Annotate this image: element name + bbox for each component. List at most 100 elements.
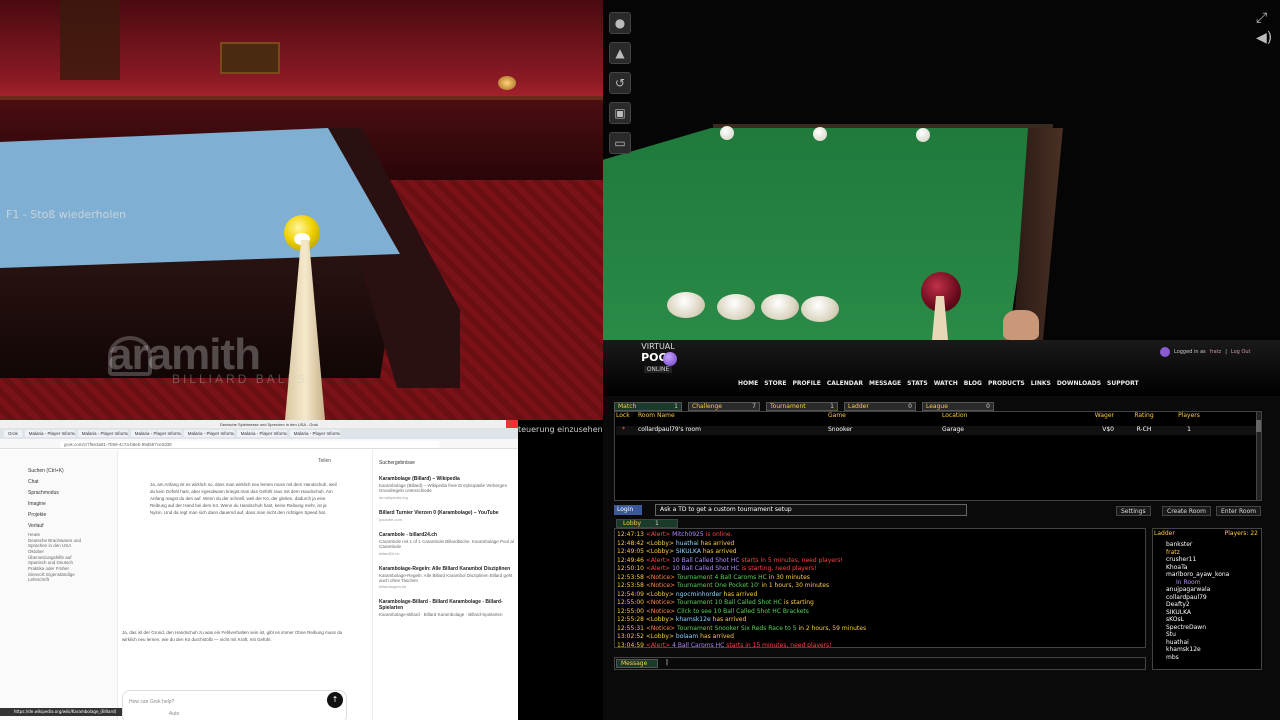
chat-subject[interactable]: 4 Ball Caroms HC bbox=[672, 642, 724, 648]
room-player[interactable]: anujpagarwala bbox=[1166, 586, 1256, 594]
undo-icon[interactable]: ↺ bbox=[609, 72, 631, 94]
browser-tab[interactable]: Malaria - Player Informat bbox=[236, 430, 287, 437]
nav-message[interactable]: MESSAGE bbox=[869, 380, 901, 387]
chat-subject[interactable]: huathai bbox=[676, 540, 699, 547]
room-player[interactable]: sKOsL bbox=[1166, 616, 1256, 624]
col-location[interactable]: Location bbox=[942, 412, 1042, 420]
ladder-player[interactable]: KhoaTa bbox=[1166, 564, 1256, 572]
search-field[interactable]: Suchen (Ctrl+K) bbox=[0, 450, 117, 474]
create-room-button[interactable]: Create Room bbox=[1162, 506, 1211, 516]
prompt-input[interactable]: How can Grok help? Auto bbox=[122, 690, 347, 720]
nav-support[interactable]: SUPPORT bbox=[1107, 380, 1139, 387]
carom-table-felt[interactable] bbox=[0, 128, 400, 268]
expand-icon[interactable]: ⤢ bbox=[1256, 10, 1267, 26]
facebook-login-button[interactable]: Login bbox=[614, 505, 642, 515]
chat-subject[interactable]: Mitch0925 bbox=[672, 531, 704, 538]
chat-subject[interactable]: khamsk12e bbox=[676, 616, 711, 623]
url-field[interactable]: grok.com/c/7f6e3a81-7b59-4c7a-b8eb-99d58… bbox=[60, 441, 440, 448]
save-icon[interactable]: ▣ bbox=[609, 102, 631, 124]
room-player[interactable]: SpectreDawn bbox=[1166, 624, 1256, 632]
col-players[interactable]: Players bbox=[1164, 412, 1214, 420]
chat-subject[interactable]: Tournament Snooker Six Reds Race to 5 bbox=[677, 625, 797, 632]
col-rating[interactable]: Rating bbox=[1124, 412, 1164, 420]
tab-league[interactable]: League 0 bbox=[922, 402, 994, 411]
chat-subject[interactable]: Tournament One Pocket 10' bbox=[677, 582, 760, 589]
ladder-title[interactable]: Ladder bbox=[1154, 530, 1175, 537]
logout-link[interactable]: Log Out bbox=[1231, 349, 1251, 355]
tab-ladder[interactable]: Ladder 0 bbox=[844, 402, 916, 411]
room-player[interactable]: khamsk12e bbox=[1166, 646, 1256, 654]
sidebar-item-imagine[interactable]: Imagine bbox=[0, 496, 117, 507]
chat-subject[interactable]: Click to see 10 Ball Called Shot HC Brac… bbox=[677, 608, 809, 615]
username-link[interactable]: fratz bbox=[1210, 349, 1221, 355]
browser-tab[interactable]: Malaria - Player Informat bbox=[130, 430, 181, 437]
col-wager[interactable]: Wager bbox=[1042, 412, 1124, 420]
source-item[interactable]: Karambolage-Regeln: Alle Billard Karambo… bbox=[373, 566, 518, 600]
folder-icon[interactable]: ▭ bbox=[609, 132, 631, 154]
browser-tab[interactable]: Malaria - Player Informat bbox=[183, 430, 234, 437]
source-item[interactable]: Karambolage-Billard - Billard Karambolag… bbox=[373, 599, 518, 618]
nav-watch[interactable]: WATCH bbox=[934, 380, 958, 387]
share-button[interactable]: Teilen bbox=[318, 458, 331, 464]
tab-challenge[interactable]: Challenge 7 bbox=[688, 402, 760, 411]
ladder-player[interactable]: crusher11 bbox=[1166, 556, 1256, 564]
chat-log[interactable]: 12:47:13 <Alert> Mitch0925 is online. 12:… bbox=[614, 528, 1146, 648]
nav-downloads[interactable]: DOWNLOADS bbox=[1057, 380, 1101, 387]
tab-tournament[interactable]: Tournament 1 bbox=[766, 402, 838, 411]
sidebar-item-chat[interactable]: Chat bbox=[0, 474, 117, 485]
ladder-player[interactable]: fratz bbox=[1166, 549, 1256, 557]
nav-calendar[interactable]: CALENDAR bbox=[827, 380, 863, 387]
nav-links[interactable]: LINKS bbox=[1031, 380, 1051, 387]
room-player[interactable]: Deafty2 bbox=[1166, 601, 1256, 609]
enter-room-button[interactable]: Enter Room bbox=[1216, 506, 1262, 516]
chat-subject[interactable]: Tournament 4 Ball Caroms HC bbox=[677, 574, 767, 581]
room-player[interactable]: SIKULKA bbox=[1166, 609, 1256, 617]
col-room-name[interactable]: Room Name bbox=[638, 412, 828, 420]
room-player[interactable]: mbs bbox=[1166, 654, 1256, 662]
source-item[interactable]: Billard Turnier Vierzen 0 (Karambolage) … bbox=[373, 510, 518, 532]
model-selector[interactable]: Auto bbox=[169, 711, 340, 717]
triangle-rack-icon[interactable]: ▲ bbox=[609, 42, 631, 64]
nav-stats[interactable]: STATS bbox=[907, 380, 928, 387]
chat-subject[interactable]: bolaam bbox=[676, 633, 698, 640]
chat-subject[interactable]: Tournament 10 Ball Called Shot HC bbox=[677, 599, 782, 606]
nav-blog[interactable]: BLOG bbox=[964, 380, 982, 387]
sidebar-item-history[interactable]: Verlauf bbox=[0, 518, 117, 529]
left-billiard-scene[interactable]: F1 - Stoß wiederholen aramith BILLIARD B… bbox=[0, 0, 603, 420]
scrollbar-thumb[interactable] bbox=[1256, 420, 1261, 432]
history-item[interactable]: Sinnvoll: Eigenständige Lehrschrift bbox=[0, 572, 90, 583]
sidebar-item-voice[interactable]: Sprachmodus bbox=[0, 485, 117, 496]
source-item[interactable]: Karambolage (Billard) – Wikipedia Karamb… bbox=[373, 476, 518, 510]
ladder-player[interactable]: bankster bbox=[1166, 541, 1256, 549]
message-input[interactable]: | bbox=[666, 659, 668, 666]
source-item[interactable]: Carambole - billard24.ch Carambole mit 1… bbox=[373, 532, 518, 566]
nav-products[interactable]: PRODUCTS bbox=[988, 380, 1025, 387]
sidebar-item-projects[interactable]: Projekte bbox=[0, 507, 117, 518]
room-row[interactable]: * collardpaul79's room Snooker Garage V$… bbox=[616, 426, 1256, 435]
right-billiard-scene[interactable] bbox=[603, 0, 1280, 340]
chat-tab-lobby[interactable]: Lobby 1 bbox=[616, 519, 678, 528]
history-item[interactable]: Übersetzungshilfe auf Spanisch und Deuts… bbox=[0, 555, 90, 566]
nav-home[interactable]: HOME bbox=[738, 380, 758, 387]
close-button[interactable] bbox=[506, 420, 518, 428]
nav-profile[interactable]: PROFILE bbox=[792, 380, 820, 387]
ball-rack-icon[interactable]: ● bbox=[609, 12, 631, 34]
chat-subject[interactable]: 10 Ball Called Shot HC bbox=[672, 565, 739, 572]
chat-subject[interactable]: ngocminhorder bbox=[676, 591, 722, 598]
tab-match[interactable]: Match 1 bbox=[614, 402, 682, 411]
room-player[interactable]: huathai bbox=[1166, 639, 1256, 647]
browser-tab[interactable]: Malaria - Player Informat bbox=[289, 430, 340, 437]
chat-subject[interactable]: 10 Ball Called Shot HC bbox=[672, 557, 739, 564]
room-player[interactable]: collardpaul79 bbox=[1166, 594, 1256, 602]
nav-store[interactable]: STORE bbox=[764, 380, 786, 387]
room-player[interactable]: Stu bbox=[1166, 631, 1256, 639]
chat-subject[interactable]: SIKULKA bbox=[676, 548, 701, 555]
browser-tab[interactable]: Grok bbox=[4, 430, 22, 437]
col-game[interactable]: Game bbox=[828, 412, 942, 420]
browser-tab[interactable]: Malaria - Player Informat bbox=[77, 430, 128, 437]
send-button[interactable]: ↑ bbox=[327, 692, 343, 708]
ladder-player[interactable]: marlboro_ayaw_kona bbox=[1166, 571, 1256, 579]
browser-tab[interactable]: Malaria - Player Informat bbox=[24, 430, 75, 437]
sound-icon[interactable]: ◀) bbox=[1256, 30, 1272, 46]
promo-banner[interactable]: Ask a TD to get a custom tournament setu… bbox=[655, 504, 967, 516]
